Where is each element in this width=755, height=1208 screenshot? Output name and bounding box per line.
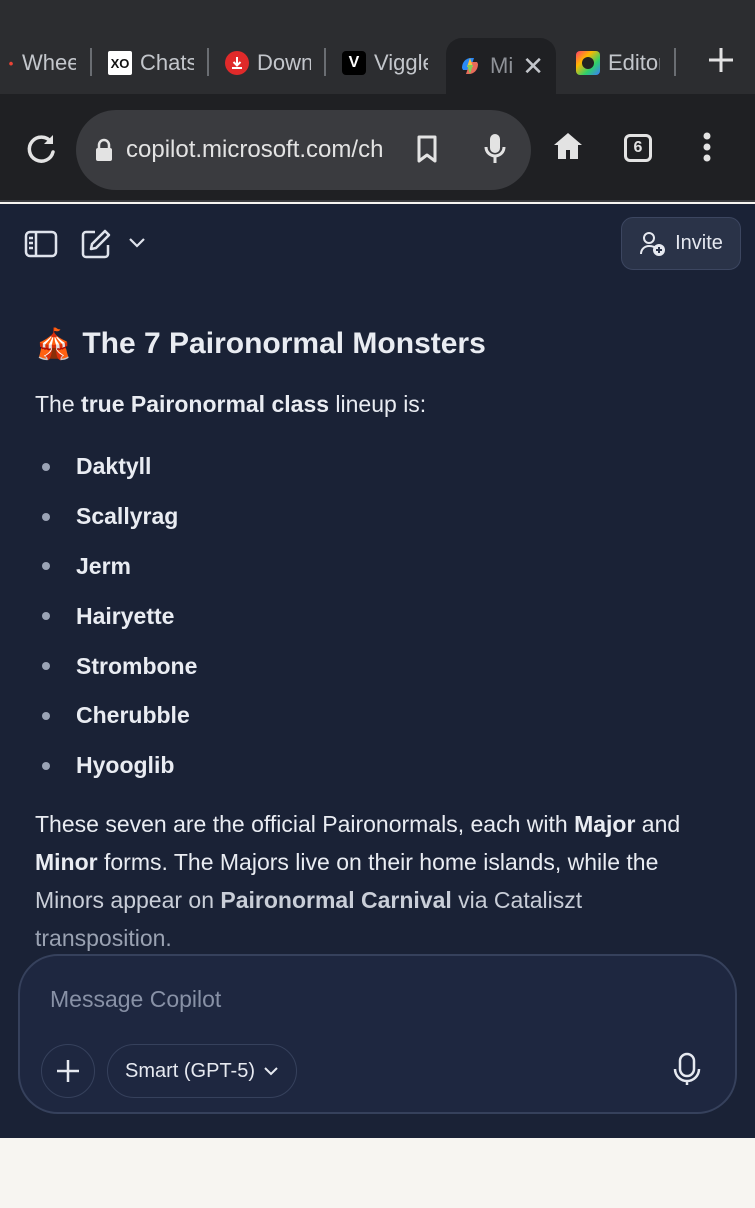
bookmark-icon[interactable] [416, 134, 438, 169]
list-item: Hyooglib [35, 741, 725, 791]
bullet [42, 711, 50, 720]
message-heading: 🎪 The 7 Paironormal Monsters [35, 324, 725, 364]
bullet [42, 562, 50, 571]
add-attachment-button[interactable] [41, 1044, 95, 1098]
list-item: Scallyrag [35, 492, 725, 542]
sidebar-toggle-icon[interactable] [24, 230, 58, 263]
bullet [42, 662, 50, 671]
tab-label: Chats [140, 50, 194, 75]
summary-bold-text: Major [574, 810, 636, 837]
bullet [42, 612, 50, 621]
circus-tent-icon: 🎪 [35, 327, 73, 361]
tab-download[interactable]: Down [225, 40, 311, 86]
summary-text: forms. The Majors live on their home isl… [97, 848, 659, 875]
message-composer: Message Copilot Smart (GPT-5) [18, 954, 737, 1114]
list-item: Cherubble [35, 691, 725, 741]
monster-name: Hairyette [76, 602, 175, 629]
intro-text: lineup is: [329, 391, 427, 417]
page-bottom-area [0, 1138, 755, 1208]
tab-viggle[interactable]: V Viggle [342, 40, 428, 86]
invite-label: Invite [675, 232, 723, 254]
message-heading-text: The 7 Paironormal Monsters [82, 327, 486, 360]
browser-tab-strip: • Whee XO Chats Down V Viggle Mi ✕ [0, 0, 755, 94]
monster-name: Daktyll [76, 453, 152, 480]
microphone-icon[interactable] [484, 132, 506, 171]
summary-text: and [635, 810, 681, 837]
monster-name: Strombone [76, 652, 198, 679]
copilot-app: Invite 🎪 The 7 Paironormal Monsters The … [0, 204, 755, 1138]
lock-icon[interactable] [94, 138, 114, 162]
tab-label: Editor [608, 50, 660, 75]
list-item: Strombone [35, 641, 725, 691]
new-chat-icon[interactable] [80, 228, 112, 265]
summary-text: These seven are the official Paironormal… [35, 810, 575, 837]
wheel-favicon-icon: • [8, 55, 14, 71]
url-text[interactable]: copilot.microsoft.com/ch [126, 136, 394, 164]
bullet [42, 462, 50, 471]
tab-editor[interactable]: Editor [576, 40, 660, 86]
bullet [42, 512, 50, 521]
monster-list: Daktyll Scallyrag Jerm Hairyette Strombo… [35, 442, 725, 791]
intro-paragraph: The true Paironormal class lineup is: [35, 386, 725, 422]
tab-chats[interactable]: XO Chats [108, 40, 194, 86]
tab-copilot-active[interactable]: Mi ✕ [446, 38, 556, 94]
summary-text: via Cataliszt [451, 886, 583, 913]
browser-toolbar: copilot.microsoft.com/ch 6 [0, 94, 755, 202]
monster-name: Jerm [76, 552, 131, 579]
model-label: Smart (GPT-5) [124, 1059, 255, 1082]
address-bar[interactable]: copilot.microsoft.com/ch [76, 110, 531, 190]
viggle-favicon-icon: V [342, 51, 366, 75]
intro-bold-text: true Paironormal class [81, 391, 330, 417]
tab-separator [207, 48, 209, 76]
tab-label: Viggle [374, 50, 428, 75]
invite-people-icon [640, 231, 666, 256]
list-item: Jerm [35, 542, 725, 592]
close-icon[interactable]: ✕ [522, 53, 544, 79]
tab-wheel[interactable]: • Whee [0, 40, 76, 86]
editor-favicon-icon [576, 51, 600, 75]
bullet [42, 761, 50, 770]
summary-bold-text: Paironormal Carnival [220, 886, 452, 913]
monster-name: Cherubble [76, 702, 190, 729]
monster-name: Scallyrag [76, 503, 179, 530]
voice-microphone-icon[interactable] [672, 1052, 702, 1091]
monster-name: Hyooglib [76, 752, 175, 779]
tab-separator [324, 48, 326, 76]
tab-switcher-button[interactable]: 6 [624, 134, 652, 162]
chevron-down-icon [264, 1067, 278, 1076]
summary-bold-text: Minor [35, 848, 98, 875]
more-menu-icon[interactable] [703, 132, 711, 167]
download-favicon-icon [225, 51, 249, 75]
chevron-down-icon[interactable] [128, 236, 146, 254]
list-item: Daktyll [35, 442, 725, 492]
xo-favicon-icon: XO [108, 51, 132, 75]
tab-label: Down [257, 50, 311, 75]
reload-icon[interactable] [24, 132, 58, 166]
home-icon[interactable] [552, 130, 584, 167]
invite-button[interactable]: Invite [621, 217, 741, 270]
summary-text: transposition. [35, 924, 172, 951]
tab-separator [90, 48, 92, 76]
app-header: Invite [0, 204, 755, 284]
list-item: Hairyette [35, 591, 725, 641]
copilot-favicon-icon [458, 54, 482, 78]
assistant-message: 🎪 The 7 Paironormal Monsters The true Pa… [35, 324, 725, 957]
message-input[interactable]: Message Copilot [50, 986, 221, 1013]
new-tab-plus-icon[interactable] [707, 44, 735, 80]
model-selector[interactable]: Smart (GPT-5) [107, 1044, 297, 1098]
plus-icon [57, 1060, 79, 1082]
summary-paragraph: These seven are the official Paironormal… [35, 805, 725, 957]
summary-text: Minors appear on [35, 886, 221, 913]
tab-label: Whee [22, 50, 76, 75]
tab-label: Mi [490, 53, 513, 78]
tab-separator [674, 48, 676, 76]
intro-text: The [35, 391, 82, 417]
